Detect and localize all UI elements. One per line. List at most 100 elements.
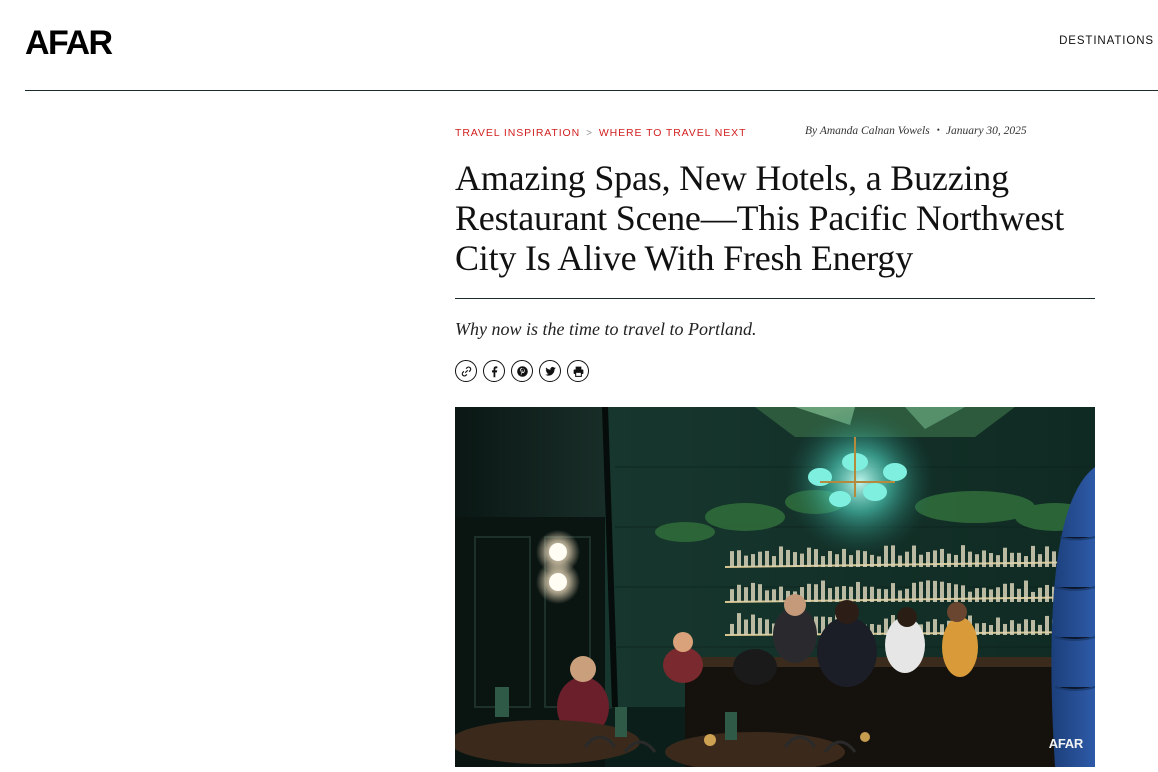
byline-prefix: By <box>805 125 818 137</box>
breadcrumb: TRAVEL INSPIRATION > WHERE TO TRAVEL NEXT <box>455 127 746 139</box>
bottle-shape <box>863 551 867 567</box>
bottle-shape <box>877 624 881 635</box>
bottle-shape <box>828 588 832 602</box>
breadcrumb-travel-inspiration[interactable]: TRAVEL INSPIRATION <box>455 127 580 139</box>
bottle-shape <box>905 588 909 602</box>
bottle-shape <box>1010 620 1014 635</box>
hero-image[interactable]: AFAR <box>455 407 1095 767</box>
bottle-shape <box>940 624 944 635</box>
article-dek: Why now is the time to travel to Portlan… <box>455 319 757 339</box>
bottle-shape <box>786 549 790 567</box>
bottle-shape <box>856 581 860 602</box>
bottle-shape <box>737 584 741 602</box>
bottle-shape <box>898 555 902 567</box>
share-bar <box>455 360 1095 382</box>
bottle-shape <box>821 556 825 567</box>
bottle-shape <box>1038 554 1042 567</box>
bottle-shape <box>1017 552 1021 567</box>
bottle-shape <box>891 545 895 567</box>
bottle-shape <box>1017 623 1021 635</box>
bottle-shape <box>849 586 853 602</box>
headline-line: Restaurant Scene—This Pacific Northwest <box>455 198 1065 238</box>
bottle-shape <box>968 591 972 602</box>
bottle-shape <box>751 582 755 602</box>
pinterest-share-button[interactable] <box>511 360 533 382</box>
bottle-shape <box>1017 588 1021 602</box>
bottle-shape <box>891 583 895 602</box>
bottle-shape <box>814 549 818 567</box>
bottle-shape <box>968 551 972 567</box>
bottle-shape <box>975 588 979 602</box>
bottle-shape <box>863 586 867 602</box>
site-header: AFAR DESTINATIONS <box>0 0 1158 92</box>
bottle-shape <box>835 554 839 567</box>
bottle-shape <box>744 619 748 635</box>
bottle-shape <box>751 554 755 567</box>
bottle-shape <box>1045 546 1049 567</box>
bottle-shape <box>765 590 769 602</box>
breadcrumb-where-to-travel-next[interactable]: WHERE TO TRAVEL NEXT <box>599 127 747 139</box>
bottle-shape <box>1052 551 1056 567</box>
bottle-shape <box>772 556 776 567</box>
bottle-shape <box>842 586 846 602</box>
bottle-shape <box>961 585 965 602</box>
byline: By Amanda Calnan Vowels • January 30, 2025 <box>805 125 1027 137</box>
bottle-shape <box>1038 624 1042 635</box>
bottle-shape <box>961 545 965 567</box>
bottle-shape <box>814 584 818 602</box>
article-headline: Amazing Spas, New Hotels, a Buzzing Rest… <box>455 158 1095 278</box>
hero-watermark: AFAR <box>1048 736 1084 751</box>
bottle-shape <box>737 550 741 567</box>
bottle-shape <box>849 555 853 567</box>
article-meta: TRAVEL INSPIRATION > WHERE TO TRAVEL NEXT … <box>455 118 1095 148</box>
print-button[interactable] <box>567 360 589 382</box>
restaurant-bar-photo <box>455 407 1095 767</box>
bottle-shape <box>912 582 916 602</box>
bottle-shape <box>744 587 748 602</box>
bottle-shape <box>765 619 769 635</box>
bottle-shape <box>842 548 846 567</box>
bottle-shape <box>758 617 762 635</box>
bottle-shape <box>1003 583 1007 602</box>
bottle-shape <box>870 586 874 602</box>
bottle-shape <box>1031 591 1035 602</box>
nav-destinations-link[interactable]: DESTINATIONS <box>1059 35 1154 47</box>
bottle-shape <box>730 551 734 567</box>
bottle-shape <box>1010 583 1014 602</box>
bottle-shape <box>926 580 930 602</box>
header-divider <box>25 90 1158 91</box>
bottle-shape <box>1024 556 1028 567</box>
bottle-shape <box>996 617 1000 635</box>
bottle-shape <box>1045 584 1049 602</box>
bottle-shape <box>758 551 762 567</box>
afar-logo[interactable]: AFAR <box>25 24 113 62</box>
bottle-shape <box>989 624 993 635</box>
twitter-icon <box>544 366 556 376</box>
bottle-shape <box>1038 587 1042 602</box>
bottle-shape <box>940 548 944 567</box>
bottle-shape <box>744 555 748 567</box>
bottle-shape <box>1045 615 1049 635</box>
bottle-shape <box>926 551 930 567</box>
bottle-shape <box>996 587 1000 602</box>
bottle-shape <box>877 556 881 567</box>
twitter-share-button[interactable] <box>539 360 561 382</box>
bottle-shape <box>772 589 776 602</box>
bottle-shape <box>1024 580 1028 602</box>
bottle-shape <box>954 584 958 602</box>
bottle-shape <box>877 588 881 602</box>
bottle-shape <box>996 555 1000 567</box>
bottle-shape <box>730 623 734 635</box>
bottle-shape <box>1031 620 1035 635</box>
author-link[interactable]: Amanda Calnan Vowels <box>820 125 930 137</box>
bottle-shape <box>1003 547 1007 567</box>
copy-link-button[interactable] <box>455 360 477 382</box>
link-icon <box>461 366 471 376</box>
facebook-share-button[interactable] <box>483 360 505 382</box>
bottle-shape <box>989 553 993 567</box>
facebook-icon <box>491 365 497 377</box>
bottle-shape <box>926 621 930 635</box>
bottle-shape <box>793 552 797 567</box>
print-icon <box>573 366 583 377</box>
pinterest-icon <box>516 365 528 377</box>
